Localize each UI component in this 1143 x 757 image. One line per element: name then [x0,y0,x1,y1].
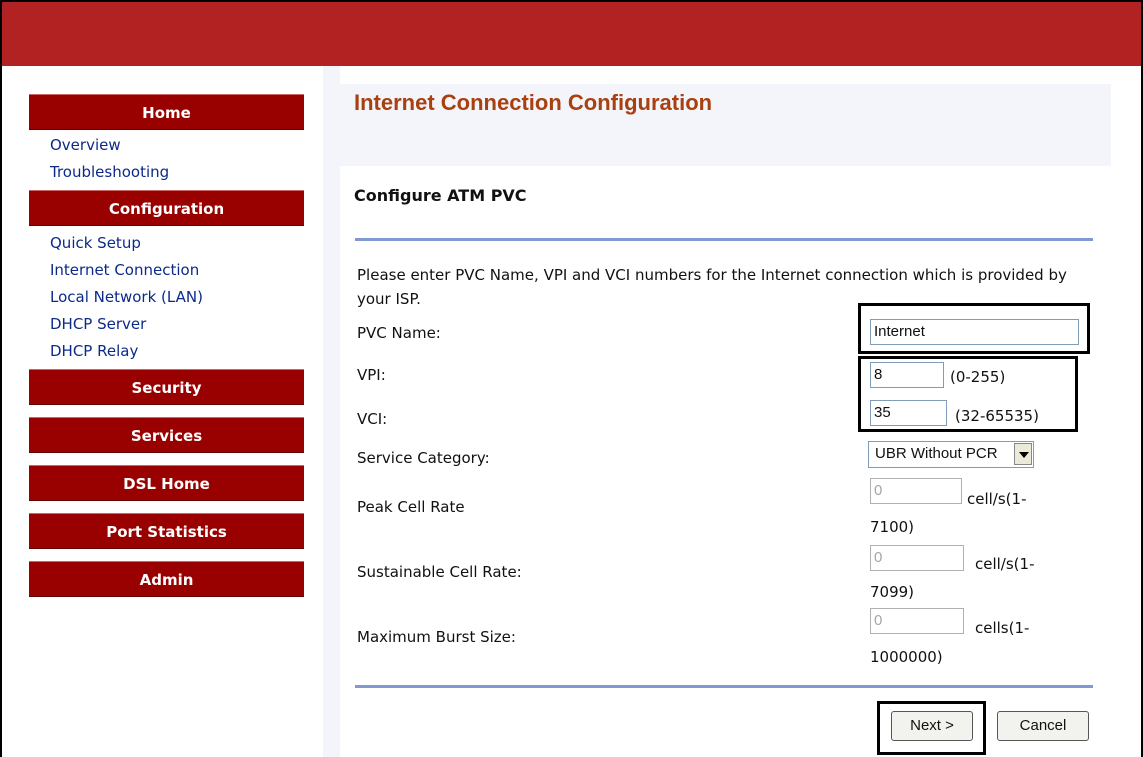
peak-cell-rate-label: Peak Cell Rate [357,498,465,516]
nav-port-statistics[interactable]: Port Statistics [29,513,304,549]
chevron-down-icon[interactable] [1014,443,1032,465]
max-burst-size-unit: cells(1- [975,619,1030,637]
vpi-label: VPI: [357,366,386,384]
section-title: Configure ATM PVC [354,186,527,205]
peak-cell-rate-input[interactable]: 0 [870,478,962,504]
sustainable-cell-rate-input[interactable]: 0 [870,545,964,571]
link-dhcp-relay[interactable]: DHCP Relay [50,338,304,365]
sustainable-cell-rate-unit: cell/s(1- [975,555,1035,573]
content-gutter [323,66,340,757]
nav-configuration[interactable]: Configuration [29,190,304,226]
max-burst-size-input[interactable]: 0 [870,608,964,634]
top-banner [2,2,1141,66]
page-title: Internet Connection Configuration [354,90,713,115]
link-dhcp-server[interactable]: DHCP Server [50,311,304,338]
max-burst-size-max: 1000000) [870,648,943,666]
peak-cell-rate-max: 7100) [870,518,915,536]
service-category-value: UBR Without PCR [875,445,998,462]
link-overview[interactable]: Overview [50,132,304,159]
pvc-name-highlight [858,303,1090,354]
nav-dsl-home[interactable]: DSL Home [29,465,304,501]
cancel-button[interactable]: Cancel [997,711,1089,741]
top-divider [355,238,1093,241]
vpi-vci-highlight [858,356,1078,432]
nav-services[interactable]: Services [29,417,304,453]
link-quick-setup[interactable]: Quick Setup [50,230,304,257]
nav-security[interactable]: Security [29,369,304,405]
next-button-highlight [877,701,986,755]
vci-label: VCI: [357,410,388,428]
max-burst-size-label: Maximum Burst Size: [357,628,516,646]
sustainable-cell-rate-label: Sustainable Cell Rate: [357,563,522,581]
peak-cell-rate-unit: cell/s(1- [967,490,1027,508]
pvc-name-label: PVC Name: [357,324,441,342]
link-troubleshooting[interactable]: Troubleshooting [50,159,304,186]
link-internet-connection[interactable]: Internet Connection [50,257,304,284]
bottom-divider [355,685,1093,688]
sidebar: Home Overview Troubleshooting Configurat… [29,94,304,597]
service-category-label: Service Category: [357,449,490,467]
nav-home[interactable]: Home [29,94,304,130]
nav-admin[interactable]: Admin [29,561,304,597]
service-category-select[interactable]: UBR Without PCR [868,441,1034,468]
sustainable-cell-rate-max: 7099) [870,583,915,601]
link-local-network[interactable]: Local Network (LAN) [50,284,304,311]
configuration-links: Quick Setup Internet Connection Local Ne… [29,226,304,367]
home-links: Overview Troubleshooting [29,130,304,188]
